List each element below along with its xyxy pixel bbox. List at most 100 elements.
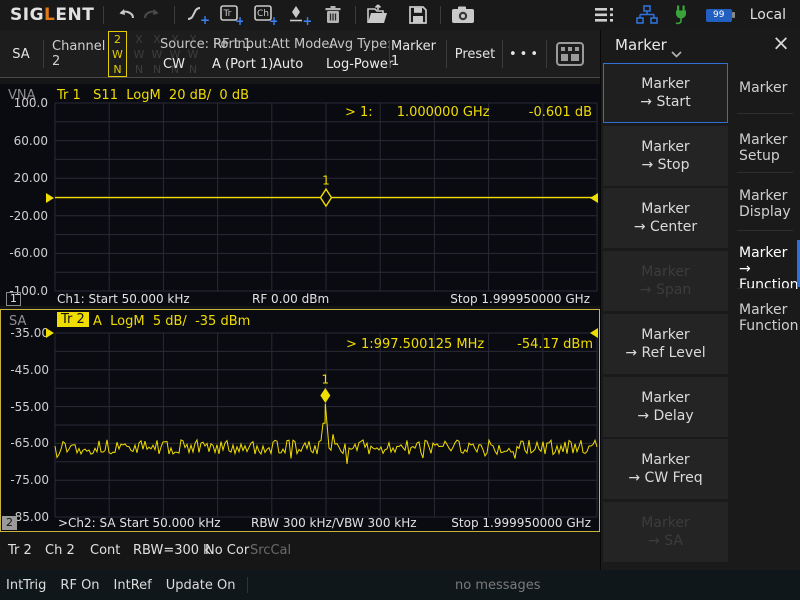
svg-text:Ch: Ch — [257, 9, 269, 19]
tab-marker[interactable]: Marker — [733, 80, 797, 96]
sidebar-title-dropdown[interactable]: Marker — [615, 36, 667, 54]
divider — [737, 113, 793, 114]
menu-item-marker-to-span: Marker→ Span — [603, 251, 728, 311]
menu-item-marker-to-sa: Marker→ SA — [603, 502, 728, 562]
tab-marker-display[interactable]: MarkerDisplay — [733, 188, 797, 220]
status-correction: No Cor — [205, 537, 249, 565]
channel-label[interactable]: Channel 2 — [52, 30, 108, 78]
rf-input-field-label[interactable]: RF Input: — [213, 37, 272, 52]
message-area: no messages — [455, 578, 541, 593]
mode-sa-button[interactable]: SA — [0, 30, 42, 78]
att-mode-field-value[interactable]: Auto — [273, 57, 303, 72]
refclock-status: IntRef — [114, 578, 152, 593]
sa-ytick: -45.00 — [1, 362, 49, 378]
vna-trace-info[interactable]: Tr 1 S11 LogM 20 dB/ 0 dB — [57, 88, 249, 103]
sa-window[interactable]: SA Tr 2 A LogM 5 dB/ -35 dBm -35.00 -45.… — [0, 309, 600, 532]
control-mode-button[interactable]: Local — [750, 7, 786, 23]
delete-icon[interactable] — [320, 3, 346, 27]
vna-plot: 1 — [55, 103, 597, 291]
update-status: Update On — [166, 578, 236, 593]
menu-item-marker-to-stop[interactable]: Marker→ Stop — [603, 126, 728, 186]
vna-ref-triangle-right — [590, 193, 598, 203]
tab-marker-to-function[interactable]: Marker →Function — [733, 245, 797, 293]
divider — [247, 577, 248, 593]
vna-channel-badge[interactable]: 1 — [6, 292, 21, 306]
vna-ytick: -60.00 — [0, 245, 48, 261]
sa-stop-freq: Stop 1.999950000 GHz — [451, 516, 591, 530]
sa-marker-label: 1 — [322, 373, 330, 387]
preset-button[interactable]: Preset — [450, 30, 500, 78]
tab-marker-setup[interactable]: MarkerSetup — [733, 132, 797, 164]
layout-icon[interactable] — [550, 30, 590, 78]
menu-item-marker-to-cw-freq[interactable]: Marker→ CW Freq — [603, 439, 728, 499]
rf-status: RF On — [60, 578, 99, 593]
source-field-value[interactable]: CW — [163, 57, 185, 72]
vna-rf-power: RF 0.00 dBm — [252, 292, 329, 306]
vna-ref-triangle-left — [46, 193, 54, 203]
vna-window[interactable]: VNA Tr 1 S11 LogM 20 dB/ 0 dB 100.0 60.0… — [0, 84, 600, 306]
divider — [440, 6, 441, 24]
divider — [43, 40, 44, 68]
open-file-icon[interactable] — [365, 3, 391, 27]
divider — [737, 172, 793, 173]
marker-select-button[interactable]: Marker 1 — [391, 30, 444, 78]
battery-icon: 99 — [706, 9, 732, 22]
sa-start-freq: >Ch2: SA Start 50.000 kHz — [58, 516, 221, 530]
active-channel-indicator[interactable]: 2 W N — [108, 31, 127, 77]
undo-icon[interactable] — [113, 3, 139, 27]
vna-ytick: 100.0 — [0, 95, 48, 111]
svg-text:+: + — [269, 14, 277, 27]
redo-icon[interactable] — [139, 3, 165, 27]
ribbon-toolbar: SA Channel 2 2 W N XWN XWN XWN XWN Sourc… — [0, 30, 600, 78]
menu-item-marker-to-center[interactable]: Marker→ Center — [603, 188, 728, 248]
chevron-down-icon[interactable] — [671, 43, 682, 62]
vna-ytick: -20.00 — [0, 208, 48, 224]
add-limit-icon[interactable]: + — [184, 3, 210, 27]
sa-plot: 1 — [55, 333, 597, 517]
vna-ytick: 60.00 — [0, 133, 48, 149]
bottom-status-bar: IntTrig RF On IntRef Update On no messag… — [0, 570, 800, 600]
save-icon[interactable] — [405, 3, 431, 27]
divider — [546, 40, 547, 68]
add-marker-icon[interactable]: + — [286, 3, 312, 27]
divider — [502, 40, 503, 68]
sa-marker-readout: > 1:997.500125 MHz-54.17 dBm — [346, 337, 593, 352]
add-trace-window-icon[interactable]: Tr+ — [218, 3, 244, 27]
marker-sidebar: Marker × Marker→ Start Marker→ Stop Mark… — [600, 30, 800, 570]
sa-trace-info[interactable]: A LogM 5 dB/ -35 dBm — [93, 314, 250, 329]
avg-type-field-value[interactable]: Log-Power — [326, 57, 393, 72]
sa-channel-badge[interactable]: 2 — [2, 516, 17, 530]
menu-item-marker-to-start[interactable]: Marker→ Start — [603, 63, 728, 123]
sa-trace-badge[interactable]: Tr 2 — [57, 312, 89, 327]
menu-item-marker-to-delay[interactable]: Marker→ Delay — [603, 377, 728, 437]
menu-icon[interactable] — [592, 3, 618, 27]
avg-type-field-label[interactable]: Avg Type: — [329, 37, 391, 52]
sa-ytick: -35.00 — [1, 325, 49, 341]
close-icon[interactable]: × — [769, 31, 793, 55]
more-button[interactable]: ••• — [505, 30, 545, 78]
status-rbw: RBW=300 k — [133, 537, 211, 565]
sa-rbw-vbw: RBW 300 kHz/VBW 300 kHz — [251, 516, 417, 530]
divider — [446, 40, 447, 68]
instrument-app: SIGLENT + Tr+ Ch+ + — [0, 0, 800, 600]
menu-item-marker-to-ref-level[interactable]: Marker→ Ref Level — [603, 314, 728, 374]
vna-start-freq: Ch1: Start 50.000 kHz — [57, 292, 190, 306]
att-mode-field-label[interactable]: Att Mode: — [271, 37, 334, 52]
tab-marker-function[interactable]: MarkerFunction — [733, 302, 797, 334]
rf-input-field-value[interactable]: A (Port 1) — [212, 57, 273, 72]
vna-marker-label: 1 — [322, 174, 330, 188]
screenshot-icon[interactable] — [450, 3, 476, 27]
svg-text:+: + — [303, 14, 312, 27]
add-channel-icon[interactable]: Ch+ — [252, 3, 278, 27]
top-toolbar: SIGLENT + Tr+ Ch+ + — [0, 0, 800, 30]
trigger-status: IntTrig — [6, 578, 46, 593]
sa-ytick: -65.00 — [1, 435, 49, 451]
siglent-logo: SIGLENT — [10, 5, 94, 25]
divider — [174, 6, 175, 24]
power-plug-icon — [668, 3, 694, 27]
vna-marker-diamond — [321, 189, 332, 206]
divider — [103, 6, 104, 24]
svg-text:Tr: Tr — [223, 9, 232, 19]
status-channel: Ch 2 — [45, 537, 75, 565]
inactive-channel-indicator[interactable]: XWN — [131, 32, 147, 77]
